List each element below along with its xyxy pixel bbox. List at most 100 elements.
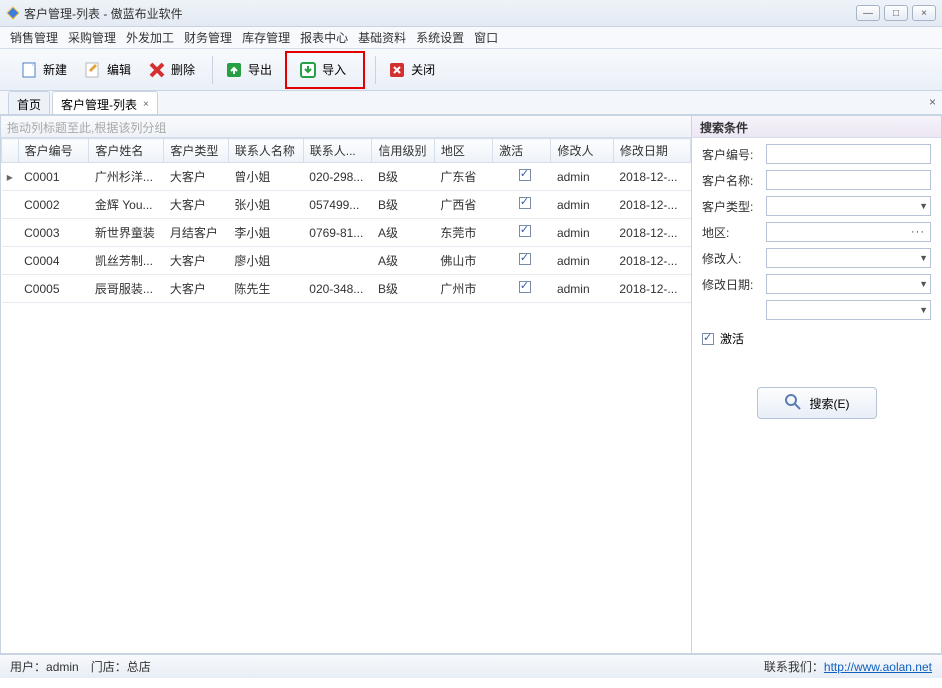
row-indicator xyxy=(2,275,19,303)
cell-area: 广西省 xyxy=(434,191,492,219)
edit-label: 编辑 xyxy=(107,61,131,78)
new-icon xyxy=(19,60,39,80)
combo-moddate-from[interactable]: ▼ xyxy=(766,274,931,294)
import-button[interactable]: 导入 xyxy=(293,54,357,86)
chevron-down-icon: ▼ xyxy=(919,305,928,315)
col-moddate[interactable]: 修改日期 xyxy=(613,139,690,163)
combo-cust-type[interactable]: ▼ xyxy=(766,196,931,216)
cell-id: C0003 xyxy=(18,219,89,247)
toolbar-separator xyxy=(212,56,213,84)
cell-name: 新世界童装 xyxy=(89,219,164,247)
search-panel-title: 搜索条件 xyxy=(692,116,941,138)
cell-area: 广东省 xyxy=(434,163,492,191)
checkbox-icon[interactable] xyxy=(519,225,531,237)
search-button[interactable]: 搜索(E) xyxy=(757,387,877,419)
checkbox-icon[interactable] xyxy=(519,281,531,293)
col-area[interactable]: 地区 xyxy=(434,139,492,163)
cell-id: C0004 xyxy=(18,247,89,275)
table-row[interactable]: ▸C0001广州杉洋...大客户曾小姐020-298...B级广东省admin2… xyxy=(2,163,691,191)
cell-contact: 曾小姐 xyxy=(228,163,303,191)
window-title: 客户管理-列表 - 傲蓝布业软件 xyxy=(24,5,183,22)
col-active[interactable]: 激活 xyxy=(493,139,551,163)
edit-button[interactable]: 编辑 xyxy=(78,54,142,86)
col-moduser[interactable]: 修改人 xyxy=(551,139,613,163)
combo-moddate-to[interactable]: ▼ xyxy=(766,300,931,320)
row-indicator xyxy=(2,191,19,219)
chevron-down-icon: ▼ xyxy=(919,201,928,211)
tab-home[interactable]: 首页 xyxy=(8,91,50,114)
cell-active xyxy=(493,247,551,275)
combo-moduser[interactable]: ▼ xyxy=(766,248,931,268)
col-id[interactable]: 客户编号 xyxy=(18,139,89,163)
table-row[interactable]: C0005辰哥服装...大客户陈先生020-348...B级广州市admin20… xyxy=(2,275,691,303)
status-shop: 总店 xyxy=(127,658,151,675)
cell-name: 广州杉洋... xyxy=(89,163,164,191)
label-moddate: 修改日期: xyxy=(702,276,766,293)
menu-inventory[interactable]: 库存管理 xyxy=(242,29,290,46)
cell-name: 凯丝芳制... xyxy=(89,247,164,275)
row-indicator xyxy=(2,247,19,275)
checkbox-active[interactable] xyxy=(702,333,714,345)
col-contact[interactable]: 联系人名称 xyxy=(228,139,303,163)
table-row[interactable]: C0003新世界童装月结客户李小姐0769-81...A级东莞市admin201… xyxy=(2,219,691,247)
cell-phone: 057499... xyxy=(303,191,372,219)
delete-button[interactable]: 删除 xyxy=(142,54,206,86)
new-button[interactable]: 新建 xyxy=(14,54,78,86)
menu-finance[interactable]: 财务管理 xyxy=(184,29,232,46)
combo-area[interactable]: ··· xyxy=(766,222,931,242)
tab-close-icon[interactable]: × xyxy=(143,99,149,110)
cell-id: C0005 xyxy=(18,275,89,303)
import-highlight: 导入 xyxy=(285,51,365,89)
cell-moduser: admin xyxy=(551,275,613,303)
export-button[interactable]: 导出 xyxy=(219,54,283,86)
checkbox-icon[interactable] xyxy=(519,197,531,209)
table-row[interactable]: C0004凯丝芳制...大客户廖小姐A级佛山市admin2018-12-... xyxy=(2,247,691,275)
label-area: 地区: xyxy=(702,224,766,241)
menu-sales[interactable]: 销售管理 xyxy=(10,29,58,46)
cell-moddate: 2018-12-... xyxy=(613,163,690,191)
cell-contact: 廖小姐 xyxy=(228,247,303,275)
cell-type: 大客户 xyxy=(164,247,229,275)
checkbox-icon[interactable] xyxy=(519,169,531,181)
cell-credit: A级 xyxy=(372,219,434,247)
close-icon xyxy=(387,60,407,80)
col-type[interactable]: 客户类型 xyxy=(164,139,229,163)
tabstrip-close-icon[interactable]: × xyxy=(929,95,936,109)
menu-window[interactable]: 窗口 xyxy=(474,29,498,46)
delete-label: 删除 xyxy=(171,61,195,78)
cell-type: 月结客户 xyxy=(164,219,229,247)
cell-credit: B级 xyxy=(372,163,434,191)
active-check-row: 激活 xyxy=(702,330,931,347)
new-label: 新建 xyxy=(43,61,67,78)
close-window-button[interactable]: × xyxy=(912,5,936,21)
close-button[interactable]: 关闭 xyxy=(382,54,446,86)
cell-contact: 李小姐 xyxy=(228,219,303,247)
menu-purchase[interactable]: 采购管理 xyxy=(68,29,116,46)
grid-header-row: 客户编号 客户姓名 客户类型 联系人名称 联系人... 信用级别 地区 激活 修… xyxy=(2,139,691,163)
col-credit[interactable]: 信用级别 xyxy=(372,139,434,163)
label-cust-type: 客户类型: xyxy=(702,198,766,215)
minimize-button[interactable]: — xyxy=(856,5,880,21)
cell-active xyxy=(493,191,551,219)
input-cust-name[interactable] xyxy=(766,170,931,190)
status-link[interactable]: http://www.aolan.net xyxy=(824,660,932,674)
menu-outsourcing[interactable]: 外发加工 xyxy=(126,29,174,46)
search-panel-body: 客户编号: 客户名称: 客户类型:▼ 地区:··· 修改人:▼ 修改日期:▼ ▼… xyxy=(692,138,941,425)
cell-contact: 张小姐 xyxy=(228,191,303,219)
close-label: 关闭 xyxy=(411,61,435,78)
customer-grid: 客户编号 客户姓名 客户类型 联系人名称 联系人... 信用级别 地区 激活 修… xyxy=(1,138,691,303)
menu-basicdata[interactable]: 基础资料 xyxy=(358,29,406,46)
menu-settings[interactable]: 系统设置 xyxy=(416,29,464,46)
tab-customer-list[interactable]: 客户管理-列表 × xyxy=(52,91,158,114)
input-cust-id[interactable] xyxy=(766,144,931,164)
checkbox-icon[interactable] xyxy=(519,253,531,265)
indicator-header xyxy=(2,139,19,163)
col-phone[interactable]: 联系人... xyxy=(303,139,372,163)
menu-reports[interactable]: 报表中心 xyxy=(300,29,348,46)
cell-active xyxy=(493,275,551,303)
cell-name: 辰哥服装... xyxy=(89,275,164,303)
table-row[interactable]: C0002金辉 You...大客户张小姐057499...B级广西省admin2… xyxy=(2,191,691,219)
maximize-button[interactable]: □ xyxy=(884,5,908,21)
col-name[interactable]: 客户姓名 xyxy=(89,139,164,163)
chevron-down-icon: ▼ xyxy=(919,279,928,289)
